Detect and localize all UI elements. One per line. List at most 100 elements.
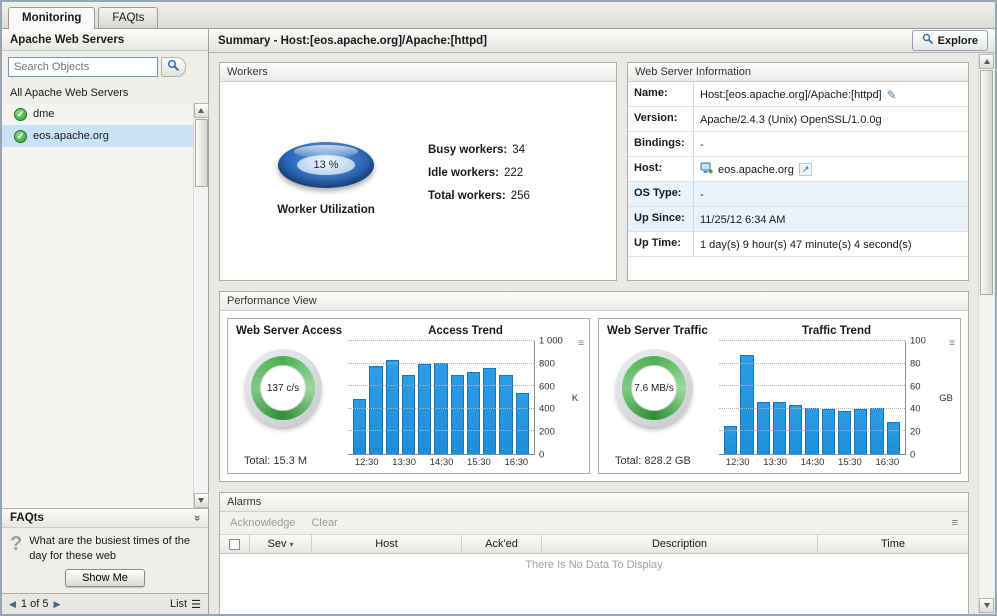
stat-label: Idle workers: — [428, 167, 499, 179]
tab-monitoring[interactable]: Monitoring — [8, 7, 95, 29]
column-label: Sev — [268, 538, 287, 550]
triangle-up-icon — [984, 59, 990, 64]
search-button[interactable] — [161, 57, 186, 77]
column-label: Description — [652, 538, 707, 550]
bar — [838, 411, 851, 454]
server-list-item[interactable]: ✓ dme — [2, 103, 193, 125]
chart-bars — [348, 341, 534, 454]
utilization-value: 13 % — [297, 155, 355, 175]
alarms-toolbar: Acknowledge Clear ≡ — [220, 512, 968, 535]
triangle-down-icon — [198, 498, 204, 503]
idle-workers-stat: Idle workers: 222 — [428, 167, 530, 179]
select-all-checkbox[interactable] — [229, 539, 240, 550]
chart-menu-icon[interactable]: ≡ — [949, 339, 955, 349]
traffic-gauge-ring: 7.6 MB/s — [622, 356, 686, 420]
gridline — [348, 340, 534, 341]
tab-faqts[interactable]: FAQts — [98, 7, 158, 28]
info-value: Apache/2.4.3 (Unix) OpenSSL/1.0.0g — [694, 107, 968, 131]
list-view-toggle[interactable]: List ☰ — [170, 598, 201, 611]
stat-value: 256 — [511, 190, 530, 202]
access-ring-gauge: 137 c/s — [244, 349, 322, 427]
chart-xaxis: 12:3013:3014:3015:3016:30 — [348, 457, 535, 468]
bar — [854, 409, 867, 454]
access-card-body: 137 c/s Total: 15.3 M — [236, 341, 583, 468]
column-header-description[interactable]: Description — [542, 535, 818, 553]
chart-unit-label: K — [567, 341, 583, 455]
y-tick-label: 800 — [539, 358, 555, 369]
info-row-version: Version: Apache/2.4.3 (Unix) OpenSSL/1.0… — [628, 107, 968, 132]
stat-value: 222 — [504, 167, 523, 179]
column-label: Ack'ed — [485, 538, 518, 550]
scrollbar-thumb[interactable] — [980, 70, 993, 295]
explore-button[interactable]: Explore — [912, 30, 988, 51]
bar — [773, 402, 786, 454]
pager-prev-icon[interactable]: ◀ — [9, 599, 16, 610]
column-header-sev[interactable]: Sev ▾ — [250, 535, 312, 553]
bar — [499, 375, 512, 454]
scrollbar-thumb[interactable] — [195, 119, 208, 187]
column-header-acked[interactable]: Ack'ed — [462, 535, 542, 553]
chart-plot — [348, 341, 535, 455]
server-list-item-selected[interactable]: ✓ eos.apache.org — [2, 125, 193, 147]
bar — [451, 375, 464, 454]
y-tick-label: 60 — [910, 381, 921, 392]
acknowledge-button[interactable]: Acknowledge — [230, 517, 295, 529]
access-gauge-ring: 137 c/s — [251, 356, 315, 420]
host-link[interactable]: eos.apache.org — [718, 164, 794, 176]
table-customizer-icon[interactable]: ≡ — [952, 517, 958, 529]
workers-panel: Workers 13 % Worker Utilization Busy wo — [219, 62, 617, 281]
list-view-label: List — [170, 598, 187, 610]
chart-menu-icon[interactable]: ≡ — [578, 339, 584, 349]
scroll-down-button[interactable] — [979, 598, 994, 613]
search-input[interactable] — [8, 57, 158, 77]
pager-next-icon[interactable]: ▶ — [53, 599, 60, 610]
faqts-title: FAQts — [10, 512, 44, 524]
info-value-text: Apache/2.4.3 (Unix) OpenSSL/1.0.0g — [700, 114, 882, 126]
triangle-up-icon — [198, 108, 204, 113]
info-value-text: 11/25/12 6:34 AM — [700, 214, 785, 226]
column-header-host[interactable]: Host — [312, 535, 462, 553]
search-icon — [167, 59, 180, 75]
sidebar-title: Apache Web Servers — [2, 29, 208, 51]
scroll-down-button[interactable] — [194, 493, 209, 508]
scroll-up-button[interactable] — [979, 54, 994, 69]
bar — [418, 364, 431, 454]
scroll-up-button[interactable] — [194, 103, 209, 118]
info-panel-title: Web Server Information — [628, 63, 968, 82]
y-tick-label: 600 — [539, 381, 555, 392]
access-trend-chart: 02004006008001 000 K 12:3013:3014:3015:3… — [348, 341, 583, 468]
select-all-column-header[interactable] — [220, 535, 250, 553]
y-tick-label: 20 — [910, 427, 921, 438]
x-tick-label: 16:30 — [498, 457, 535, 468]
sev-filter-dropdown-icon[interactable]: ▾ — [289, 540, 293, 549]
info-value: - — [694, 182, 968, 206]
traffic-gauge-value: 7.6 MB/s — [631, 365, 677, 411]
drilldown-arrow-icon[interactable]: ↗ — [799, 163, 813, 176]
gridline — [719, 363, 905, 364]
host-icon — [700, 162, 713, 177]
sidebar-scrollbar — [193, 103, 208, 508]
performance-body: Web Server Access Access Trend ≡ 137 c/s — [220, 311, 968, 481]
edit-icon[interactable]: ✎ — [887, 89, 897, 101]
bar — [402, 375, 415, 454]
access-gauge-value: 137 c/s — [260, 365, 306, 411]
worker-stats: Busy workers:34 Idle workers:222 Total w… — [428, 144, 530, 280]
access-gauge-column: 137 c/s Total: 15.3 M — [236, 341, 348, 468]
y-tick-label: 0 — [910, 450, 915, 461]
info-row-up-time: Up Time: 1 day(s) 9 hour(s) 47 minute(s)… — [628, 232, 968, 257]
sidebar: Apache Web Servers All Apache Web Server… — [2, 29, 209, 614]
column-header-time[interactable]: Time — [818, 535, 968, 553]
bar — [516, 393, 529, 454]
access-gauge-title: Web Server Access — [236, 325, 348, 337]
info-row-bindings: Bindings: - — [628, 132, 968, 157]
clear-button[interactable]: Clear — [311, 517, 337, 529]
x-tick-label: 12:30 — [719, 457, 756, 468]
collapse-chevron-icon[interactable]: » — [191, 515, 203, 521]
chart-yaxis: 02004006008001 000 — [535, 341, 567, 455]
info-label: OS Type: — [628, 182, 694, 206]
y-tick-label: 400 — [539, 404, 555, 415]
chart-xaxis: 12:3013:3014:3015:3016:30 — [719, 457, 906, 468]
show-me-button[interactable]: Show Me — [65, 569, 145, 587]
page-title: Summary - Host:[eos.apache.org]/Apache:[… — [218, 35, 487, 47]
bar — [887, 422, 900, 454]
